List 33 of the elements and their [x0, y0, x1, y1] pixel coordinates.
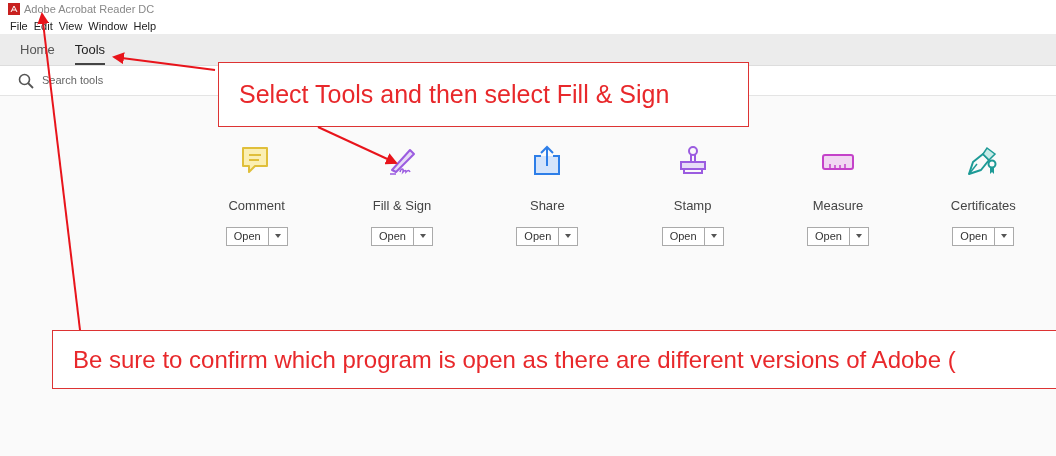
menu-item[interactable]: Window — [88, 17, 128, 35]
tool-label: Stamp — [673, 197, 712, 215]
caret-icon — [419, 234, 426, 238]
open-button[interactable]: Open — [371, 226, 414, 246]
open-button[interactable]: Open — [807, 226, 850, 246]
open-button[interactable]: Open — [661, 226, 705, 246]
tool-label: Measure — [812, 197, 864, 215]
menu-item[interactable]: Help — [133, 17, 157, 35]
caret-icon — [1001, 234, 1008, 238]
dropdown-button[interactable] — [559, 226, 579, 246]
callout-box: Be sure to confirm which program is open as there are different versions of Adobe ( — [52, 330, 1056, 389]
dropdown-button[interactable] — [268, 226, 288, 246]
open-button[interactable]: Open — [952, 226, 996, 246]
tool-label: Comment — [228, 197, 285, 215]
caret-icon — [565, 234, 572, 238]
window-title: Adobe Acrobat Reader DC — [24, 1, 155, 17]
dropdown-button[interactable] — [995, 226, 1015, 246]
dropdown-button[interactable] — [413, 226, 433, 246]
tool-label: Certificates — [950, 197, 1016, 215]
dropdown-button[interactable] — [704, 226, 724, 246]
dropdown-button[interactable] — [849, 226, 869, 246]
caret-icon — [855, 234, 862, 238]
caret-icon — [710, 234, 717, 238]
open-button[interactable]: Open — [225, 226, 269, 246]
menu-item[interactable]: View — [58, 17, 83, 35]
open-button[interactable]: Open — [516, 226, 560, 246]
app-logo-icon — [8, 3, 20, 15]
tool-label: Share — [529, 197, 565, 215]
callout-box: Select Tools and then select Fill & Sign — [218, 62, 749, 127]
search-icon — [18, 72, 34, 89]
tool-label: Fill & Sign — [372, 197, 432, 215]
caret-icon — [274, 234, 281, 238]
menu-item[interactable]: File — [10, 17, 28, 35]
